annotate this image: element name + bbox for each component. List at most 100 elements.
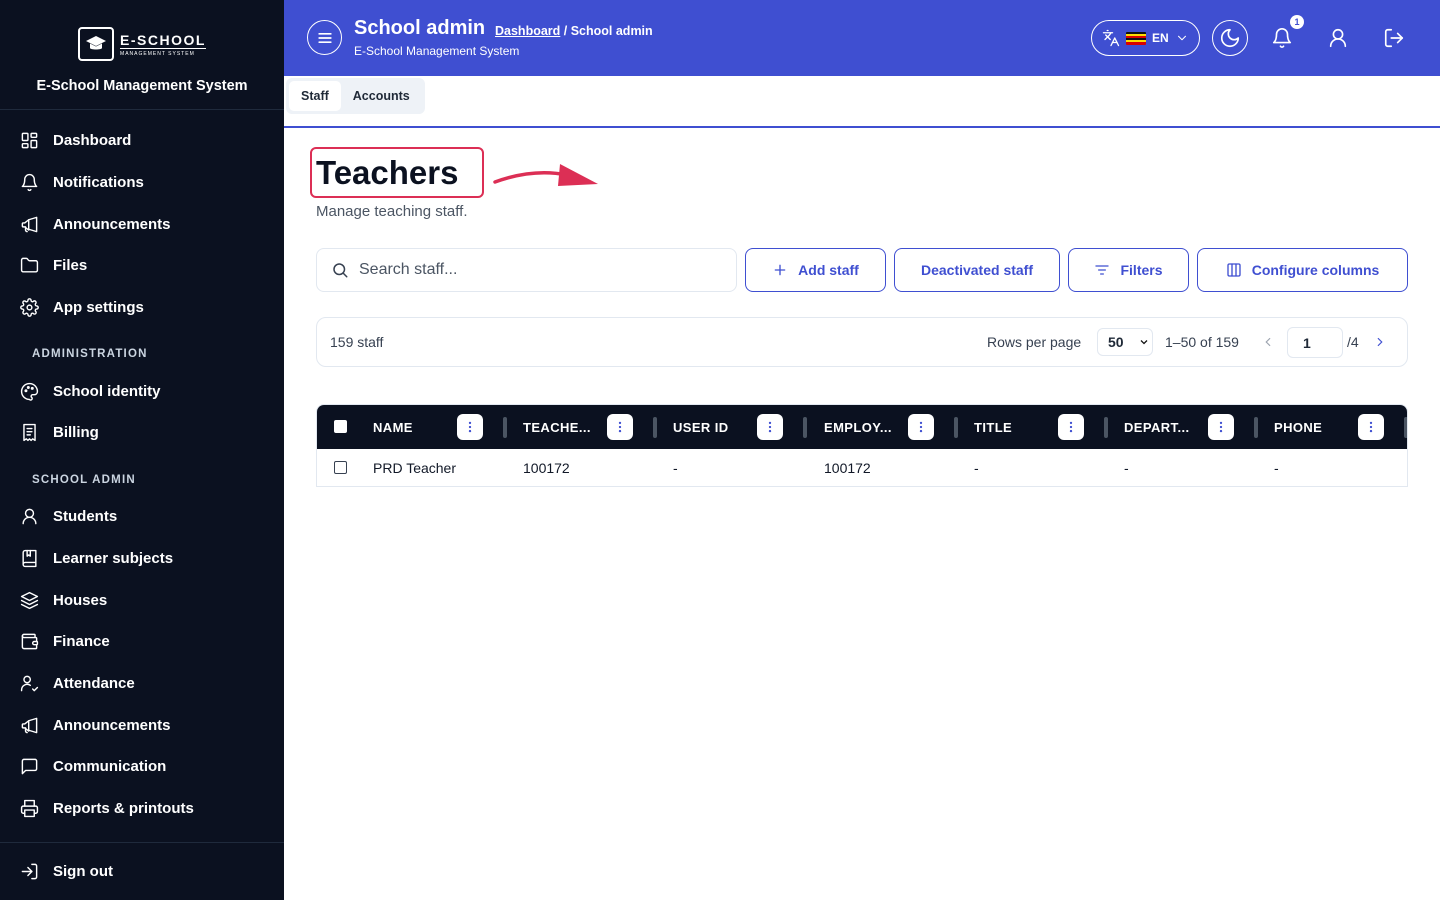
column-header-title[interactable]: TITLE [974, 405, 1124, 449]
bell-icon [21, 173, 38, 192]
breadcrumb-current: / School admin [560, 24, 653, 38]
logout-button[interactable] [1382, 26, 1406, 50]
column-header-name[interactable]: NAME [373, 405, 523, 449]
palette-icon [20, 382, 39, 401]
gear-icon [20, 298, 39, 317]
column-menu-button[interactable] [1208, 414, 1234, 440]
breadcrumb-dashboard-link[interactable]: Dashboard [495, 24, 560, 38]
sidebar-item-finance[interactable]: Finance [0, 621, 284, 663]
page-header-title: School admin [354, 17, 486, 39]
rows-per-page-select[interactable]: 50 [1097, 328, 1153, 356]
cell-name: PRD Teacher [373, 460, 457, 476]
column-menu-button[interactable] [757, 414, 783, 440]
notifications-button[interactable] [1270, 26, 1294, 50]
column-header-label: DEPART... [1124, 419, 1190, 435]
tab-staff[interactable]: Staff [289, 81, 341, 111]
search-input[interactable] [359, 261, 699, 279]
page-number-input[interactable]: 1 [1287, 327, 1343, 358]
column-resize-handle[interactable] [653, 417, 657, 438]
sidebar-item-label: Billing [53, 424, 99, 442]
sidebar-item-billing[interactable]: Billing [0, 412, 284, 454]
sidebar-item-school-identity[interactable]: School identity [0, 370, 284, 412]
sidebar-sign-out[interactable]: Sign out [0, 842, 284, 900]
column-menu-button[interactable] [908, 414, 934, 440]
sign-out-label: Sign out [53, 863, 113, 880]
sidebar-item-dashboard[interactable]: Dashboard [0, 120, 284, 162]
chevron-left-icon [1265, 337, 1271, 347]
plus-icon [774, 264, 786, 276]
column-menu-button[interactable] [1358, 414, 1384, 440]
column-header-employee[interactable]: EMPLOY... [824, 405, 974, 449]
sidebar-item-reports[interactable]: Reports & printouts [0, 788, 284, 830]
sidebar-item-houses[interactable]: Houses [0, 579, 284, 621]
kebab-icon [618, 421, 622, 433]
column-header-label: USER ID [673, 419, 729, 435]
column-resize-handle[interactable] [1404, 417, 1407, 438]
column-menu-button[interactable] [457, 414, 483, 440]
tab-accounts[interactable]: Accounts [341, 81, 422, 111]
page-subtitle: Manage teaching staff. [316, 203, 468, 220]
profile-button[interactable] [1326, 26, 1350, 50]
kebab-icon [1219, 421, 1223, 433]
sidebar-item-students[interactable]: Students [0, 496, 284, 538]
kebab-icon [768, 421, 772, 433]
prev-page-button[interactable] [1261, 335, 1275, 349]
sidebar-item-label: Finance [53, 633, 110, 651]
column-resize-handle[interactable] [503, 417, 507, 438]
language-selector[interactable]: EN [1091, 20, 1200, 56]
column-header-phone[interactable]: PHONE [1274, 405, 1407, 449]
staff-count: 159 staff [330, 334, 384, 350]
column-header-label: PHONE [1274, 419, 1323, 435]
table-header: NAME TEACHE... USER ID EMPLOY... TITLE D… [317, 405, 1407, 449]
theme-toggle-button[interactable] [1212, 20, 1248, 56]
column-resize-handle[interactable] [954, 417, 958, 438]
system-name: E-School Management System [36, 78, 248, 94]
cell-employee-id: 100172 [824, 460, 871, 476]
column-header-department[interactable]: DEPART... [1124, 405, 1274, 449]
annotation-arrow-icon [493, 164, 598, 186]
page-range: 1–50 of 159 [1165, 334, 1239, 350]
sidebar-item-learner-subjects[interactable]: Learner subjects [0, 538, 284, 580]
filters-button[interactable]: Filters [1068, 248, 1189, 292]
translate-icon [1102, 29, 1120, 47]
column-header-label: EMPLOY... [824, 419, 892, 435]
book-icon [22, 549, 37, 567]
column-header-label: NAME [373, 419, 413, 435]
deactivated-staff-button[interactable]: Deactivated staff [894, 248, 1060, 292]
sidebar-item-notifications[interactable]: Notifications [0, 162, 284, 204]
configure-columns-button[interactable]: Configure columns [1197, 248, 1408, 292]
column-menu-button[interactable] [1058, 414, 1084, 440]
add-staff-button[interactable]: Add staff [745, 248, 886, 292]
grid-icon [21, 133, 38, 149]
sidebar-nav: Dashboard Notifications Announcements Fi… [0, 120, 284, 829]
columns-icon [1227, 263, 1241, 277]
sidebar-item-announcements-school[interactable]: Announcements [0, 704, 284, 746]
cell-phone: - [1274, 460, 1279, 476]
column-resize-handle[interactable] [803, 417, 807, 438]
search-box [316, 248, 737, 292]
top-header: School admin Dashboard / School admin E-… [284, 0, 1440, 76]
menu-toggle-button[interactable] [307, 20, 342, 55]
select-all-checkbox[interactable] [334, 420, 347, 433]
sidebar-item-files[interactable]: Files [0, 245, 284, 287]
next-page-button[interactable] [1373, 335, 1387, 349]
pagination-bar: 159 staff Rows per page 50 1–50 of 159 1… [316, 317, 1408, 367]
sidebar-item-communication[interactable]: Communication [0, 746, 284, 788]
rows-per-page-value: 50 [1108, 334, 1124, 350]
breadcrumb: Dashboard / School admin [495, 24, 653, 38]
column-menu-button[interactable] [607, 414, 633, 440]
sidebar-item-announcements[interactable]: Announcements [0, 203, 284, 245]
column-resize-handle[interactable] [1104, 417, 1108, 438]
sidebar-item-app-settings[interactable]: App settings [0, 287, 284, 329]
megaphone-icon [21, 216, 38, 233]
printer-icon [20, 799, 39, 818]
row-checkbox[interactable] [334, 461, 347, 474]
sidebar-item-attendance[interactable]: Attendance [0, 663, 284, 705]
column-resize-handle[interactable] [1254, 417, 1258, 438]
column-header-teacher[interactable]: TEACHE... [523, 405, 673, 449]
kebab-icon [1369, 421, 1373, 433]
graduation-cap-icon [78, 27, 115, 61]
table-row[interactable]: PRD Teacher 100172 - 100172 - - - [317, 449, 1407, 486]
sidebar-item-label: Attendance [53, 674, 135, 692]
column-header-user-id[interactable]: USER ID [673, 405, 823, 449]
